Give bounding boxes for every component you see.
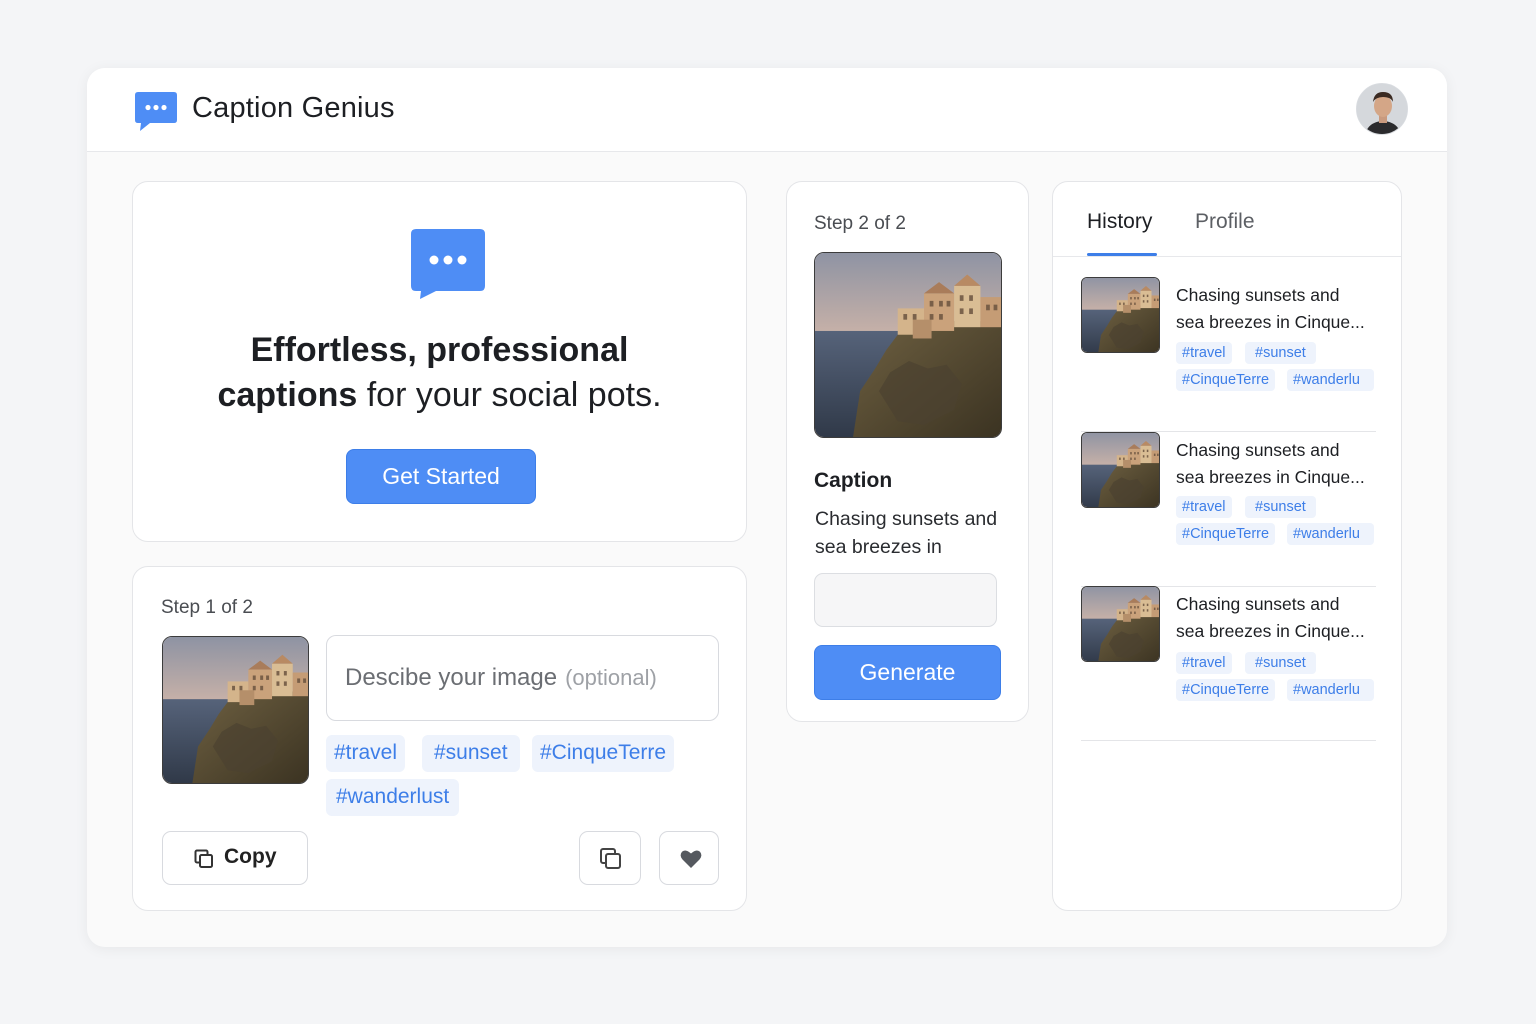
history-tag: #sunset	[1245, 496, 1316, 518]
duplicate-button[interactable]	[579, 831, 641, 885]
tab-profile[interactable]: Profile	[1195, 210, 1255, 234]
user-avatar-icon	[1357, 84, 1407, 134]
active-tab-indicator	[1087, 253, 1157, 256]
app-window: Caption Genius Effortless, professional …	[87, 68, 1447, 947]
history-caption-line1: Chasing sunsets and	[1176, 594, 1340, 614]
description-optional-hint: (optional)	[565, 665, 657, 690]
caption-heading: Caption	[814, 469, 893, 492]
history-caption-line2: sea breezes in Cinque...	[1176, 312, 1365, 332]
history-item[interactable]: Chasing sunsets and sea breezes in Cinqu…	[1081, 586, 1376, 741]
chat-bubble-icon	[135, 92, 177, 131]
hero-line1: Effortless, professional	[250, 331, 629, 369]
copy-icon	[600, 848, 621, 869]
caption-input[interactable]	[814, 573, 997, 627]
history-item[interactable]: Chasing sunsets and sea breezes in Cinqu…	[1081, 277, 1376, 432]
caption-text: Chasing sunsets and sea breezes in	[815, 508, 998, 558]
chat-bubble-icon	[411, 229, 485, 299]
hero-headline: Effortless, professional captions for yo…	[133, 328, 746, 418]
description-placeholder: Descibe your image	[345, 664, 558, 691]
history-item[interactable]: Chasing sunsets and sea breezes in Cinqu…	[1081, 432, 1376, 587]
app-header: Caption Genius	[87, 68, 1447, 152]
step1-label: Step 1 of 2	[161, 597, 253, 618]
history-tag: #sunset	[1245, 342, 1316, 364]
panel-tabs: History Profile	[1053, 182, 1401, 257]
copy-button-label: Copy	[224, 845, 277, 868]
history-tag: #travel	[1176, 652, 1232, 674]
tab-history[interactable]: History	[1087, 210, 1152, 234]
history-caption-line2: sea breezes in Cinque...	[1176, 467, 1365, 487]
step2-label: Step 2 of 2	[814, 213, 906, 234]
history-caption: Chasing sunsets and sea breezes in Cinqu…	[1176, 591, 1381, 645]
history-caption: Chasing sunsets and sea breezes in Cinqu…	[1176, 282, 1381, 336]
hero-card: Effortless, professional captions for yo…	[132, 181, 747, 542]
history-tag: #travel	[1176, 496, 1232, 518]
history-tag: #CinqueTerre	[1176, 679, 1276, 701]
history-tag: #travel	[1176, 342, 1232, 364]
tag-chip[interactable]: #sunset	[422, 735, 520, 772]
history-tag: #wanderlu	[1287, 369, 1374, 391]
history-caption: Chasing sunsets and sea breezes in Cinqu…	[1176, 437, 1381, 491]
history-tag: #sunset	[1245, 652, 1316, 674]
uploaded-image[interactable]	[162, 636, 309, 784]
history-tag: #CinqueTerre	[1176, 523, 1276, 545]
history-caption-line2: sea breezes in Cinque...	[1176, 621, 1365, 641]
tag-chip[interactable]: #travel	[326, 735, 406, 772]
tag-chip[interactable]: #CinqueTerre	[532, 735, 675, 772]
favorite-button[interactable]	[659, 831, 719, 885]
history-thumbnail	[1081, 432, 1160, 508]
app-title: Caption Genius	[192, 92, 395, 124]
history-panel: History Profile Chasing sunsets and sea …	[1052, 181, 1402, 911]
get-started-button[interactable]: Get Started	[346, 449, 536, 504]
history-caption-line1: Chasing sunsets and	[1176, 440, 1340, 460]
history-thumbnail	[1081, 277, 1160, 353]
history-tag: #CinqueTerre	[1176, 369, 1276, 391]
step1-card: Step 1 of 2 Descibe your image (optional)…	[132, 566, 747, 911]
history-tag: #wanderlu	[1287, 679, 1374, 701]
generate-button[interactable]: Generate	[814, 645, 1001, 700]
hero-line2-rest: for your social pots.	[357, 376, 662, 414]
history-caption-line1: Chasing sunsets and	[1176, 285, 1340, 305]
tag-chip[interactable]: #wanderlust	[326, 779, 460, 816]
preview-image	[814, 252, 1002, 438]
avatar[interactable]	[1356, 83, 1408, 135]
history-tag: #wanderlu	[1287, 523, 1374, 545]
copy-icon	[194, 849, 213, 868]
hero-line2-bold: captions	[217, 376, 358, 414]
heart-icon	[680, 850, 702, 868]
copy-button[interactable]: Copy	[162, 831, 308, 885]
step2-card: Step 2 of 2 Caption Chasing sunsets and …	[786, 181, 1029, 722]
description-input[interactable]: Descibe your image (optional)	[326, 635, 719, 721]
history-thumbnail	[1081, 586, 1160, 662]
